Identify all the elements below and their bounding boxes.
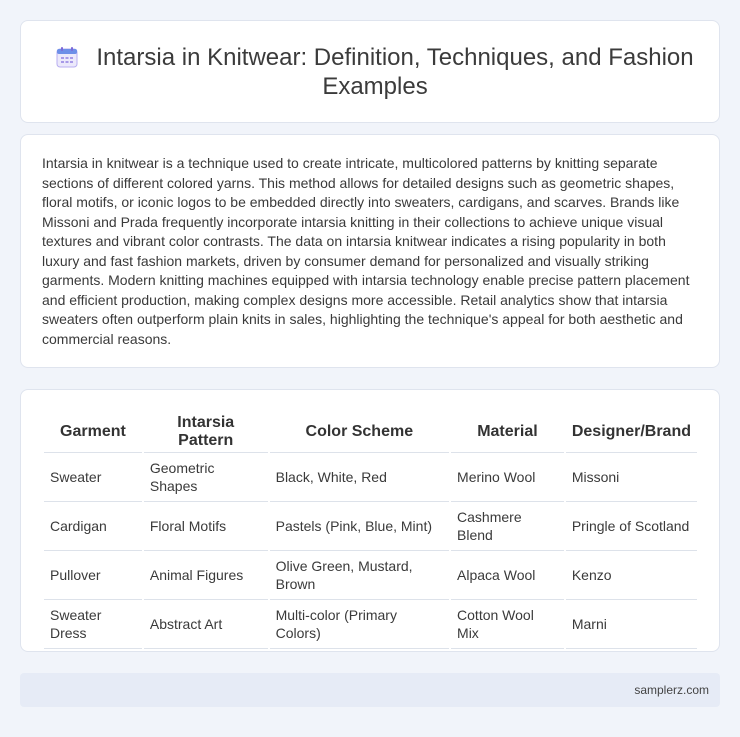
cell-pattern: Abstract Art — [143, 600, 268, 649]
description-card: Intarsia in knitwear is a technique used… — [20, 134, 720, 368]
cell-brand: Kenzo — [565, 551, 697, 600]
page-title: Intarsia in Knitwear: Definition, Techni… — [96, 44, 694, 100]
header-designer-brand: Designer/Brand — [565, 410, 697, 453]
cell-brand: Missoni — [565, 453, 697, 502]
title-card: Intarsia in Knitwear: Definition, Techni… — [20, 20, 720, 123]
table-header-row: Garment Intarsia Pattern Color Scheme Ma… — [44, 410, 697, 453]
calendar-icon — [56, 47, 78, 68]
table-row: Sweater Dress Abstract Art Multi-color (… — [44, 600, 697, 649]
cell-color-scheme: Multi-color (Primary Colors) — [269, 600, 450, 649]
header-color-scheme: Color Scheme — [269, 410, 450, 453]
table-card: Garment Intarsia Pattern Color Scheme Ma… — [20, 389, 720, 652]
cell-pattern: Animal Figures — [143, 551, 268, 600]
cell-material: Cotton Wool Mix — [451, 600, 564, 649]
cell-color-scheme: Olive Green, Mustard, Brown — [269, 551, 450, 600]
cell-garment: Cardigan — [44, 502, 142, 551]
footer-site-link[interactable]: samplerz.com — [634, 683, 709, 697]
cell-material: Merino Wool — [451, 453, 564, 502]
footer-bar: samplerz.com — [20, 673, 720, 707]
header-intarsia-pattern: Intarsia Pattern — [143, 410, 268, 453]
cell-garment: Sweater — [44, 453, 142, 502]
cell-garment: Sweater Dress — [44, 600, 142, 649]
cell-pattern: Geometric Shapes — [143, 453, 268, 502]
cell-brand: Pringle of Scotland — [565, 502, 697, 551]
description-text: Intarsia in knitwear is a technique used… — [42, 155, 690, 347]
header-garment: Garment — [44, 410, 142, 453]
cell-color-scheme: Black, White, Red — [269, 453, 450, 502]
cell-pattern: Floral Motifs — [143, 502, 268, 551]
cell-garment: Pullover — [44, 551, 142, 600]
knitwear-table: Garment Intarsia Pattern Color Scheme Ma… — [42, 410, 699, 649]
page-title-wrap: Intarsia in Knitwear: Definition, Techni… — [51, 43, 699, 101]
cell-color-scheme: Pastels (Pink, Blue, Mint) — [269, 502, 450, 551]
cell-material: Alpaca Wool — [451, 551, 564, 600]
table-row: Sweater Geometric Shapes Black, White, R… — [44, 453, 697, 502]
table-row: Pullover Animal Figures Olive Green, Mus… — [44, 551, 697, 600]
table-row: Cardigan Floral Motifs Pastels (Pink, Bl… — [44, 502, 697, 551]
header-material: Material — [451, 410, 564, 453]
cell-material: Cashmere Blend — [451, 502, 564, 551]
cell-brand: Marni — [565, 600, 697, 649]
